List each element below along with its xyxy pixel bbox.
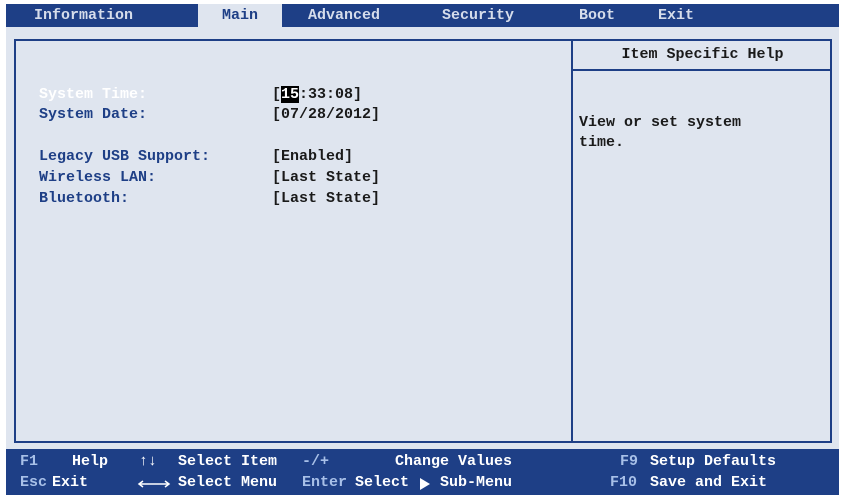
help-divider [571,39,573,443]
arrow-up-down-icon: ↑↓ [139,453,158,470]
tab-information[interactable]: Information [34,4,133,27]
change-values-key: -/+ [302,453,330,470]
wireless-lan-label[interactable]: Wireless LAN: [39,169,156,186]
sub-menu-desc: Sub-Menu [440,474,513,491]
help-title: Item Specific Help [621,46,784,63]
tab-main[interactable]: Main [198,4,282,27]
tab-boot[interactable]: Boot [579,4,615,27]
esc-desc: Exit [52,474,89,491]
tab-exit[interactable]: Exit [658,4,694,27]
tab-security[interactable]: Security [442,4,514,27]
f9-desc: Setup Defaults [650,453,777,470]
f10-key: F10 [610,474,638,491]
legacy-usb-value[interactable]: [Enabled] [272,148,353,165]
system-time-label[interactable]: System Time: [39,86,147,103]
bluetooth-value[interactable]: [Last State] [272,190,380,207]
system-date-value[interactable]: [07/28/2012] [272,106,380,123]
legacy-usb-label[interactable]: Legacy USB Support: [39,148,210,165]
select-menu-desc: Select Menu [178,474,278,491]
system-time-value[interactable]: [15:33:08] [272,86,362,103]
main-panel: Item Specific Help View or set system ti… [6,27,839,449]
f1-desc: Help [72,453,109,470]
bluetooth-label[interactable]: Bluetooth: [39,190,129,207]
tab-advanced[interactable]: Advanced [308,4,380,27]
f1-key: F1 [20,453,39,470]
arrow-left-right-icon [137,480,171,488]
wireless-lan-value[interactable]: [Last State] [272,169,380,186]
enter-key: Enter [302,474,348,491]
enter-select-desc: Select [355,474,410,491]
key-legend-footer: F1 Help ↑↓ Select Item -/+ Change Values… [6,449,839,495]
select-item-desc: Select Item [178,453,278,470]
help-text: View or set system time. [579,114,742,151]
f9-key: F9 [620,453,639,470]
system-date-label[interactable]: System Date: [39,106,147,123]
change-values-desc: Change Values [395,453,513,470]
system-time-open-bracket: [ [272,86,282,103]
esc-key: Esc [20,474,48,491]
f10-desc: Save and Exit [650,474,768,491]
triangle-right-icon [420,478,430,490]
menu-bar: Information Main Advanced Security Boot … [6,4,839,27]
system-time-rest[interactable]: :33:08] [299,86,362,103]
help-title-separator [573,69,832,71]
system-time-hour-field[interactable]: 15 [281,86,300,103]
